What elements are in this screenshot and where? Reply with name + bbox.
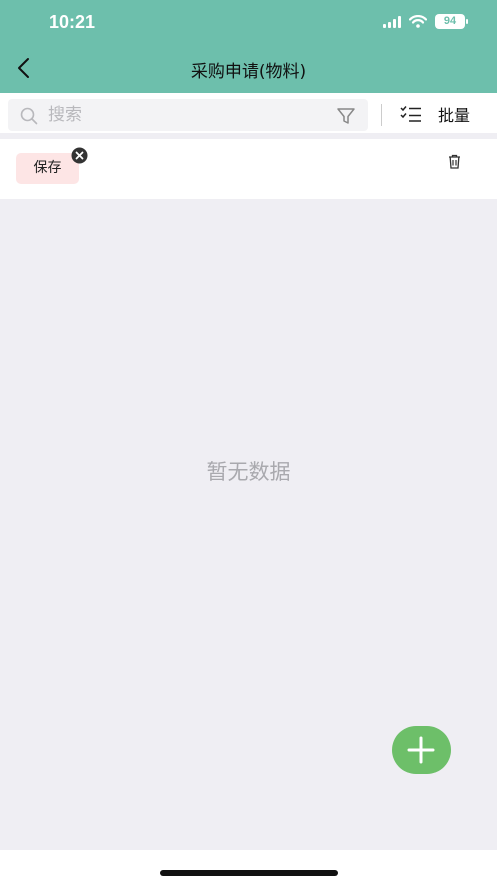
trash-icon[interactable]	[446, 153, 463, 170]
wifi-icon	[409, 15, 427, 28]
page-title: 采购申请(物料)	[190, 62, 307, 82]
plus-icon	[407, 736, 435, 764]
battery-indicator: 94	[435, 14, 468, 29]
header: 10:21 94 采购申请(物料)	[0, 0, 497, 93]
cellular-signal-icon	[383, 15, 401, 28]
bottom-bar	[0, 850, 497, 883]
tag-bar: 保存	[0, 139, 497, 199]
divider	[381, 104, 382, 126]
checklist-icon	[400, 106, 421, 122]
search-bar: 批量	[0, 93, 497, 133]
search-icon	[20, 107, 38, 125]
search-input[interactable]	[48, 99, 328, 131]
home-indicator[interactable]	[160, 870, 338, 876]
empty-state-text: 暂无数据	[206, 460, 291, 484]
batch-button[interactable]: 批量	[400, 101, 470, 127]
status-time: 10:21	[49, 12, 96, 32]
filter-icon[interactable]	[336, 106, 356, 126]
batch-label: 批量	[438, 106, 471, 125]
add-button[interactable]	[392, 726, 451, 774]
close-icon[interactable]	[71, 147, 88, 164]
status-indicators: 94	[383, 14, 468, 29]
tag-save[interactable]: 保存	[16, 153, 79, 184]
search-box[interactable]	[8, 99, 368, 131]
